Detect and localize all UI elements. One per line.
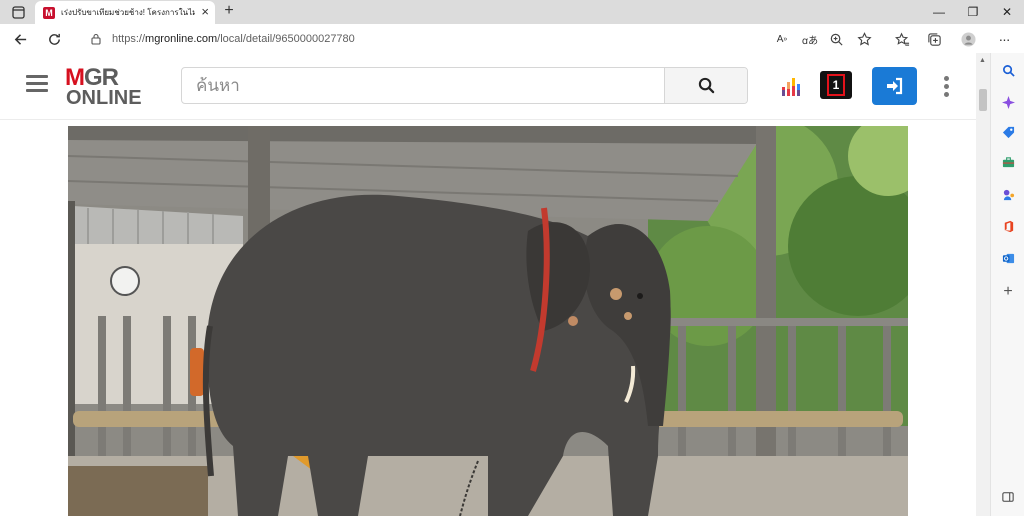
channel-1-icon[interactable]: 1	[820, 71, 852, 99]
edge-sidebar: +	[990, 53, 1024, 516]
refresh-icon[interactable]	[44, 29, 64, 49]
tab-actions-icon[interactable]	[8, 3, 28, 21]
url-text: https://mgronline.com/local/detail/96500…	[112, 32, 355, 45]
podcast-icon[interactable]	[781, 75, 803, 97]
search-input[interactable]	[182, 68, 666, 103]
site-header: MGR ONLINE 1	[0, 53, 976, 120]
search-button[interactable]	[664, 68, 747, 103]
scroll-up-icon[interactable]: ▲	[979, 57, 986, 64]
mgr-favicon-icon: M	[43, 6, 55, 19]
tab-title: เร่งปรับขาเทียมช่วยช้าง! โครงการในไม่...	[61, 8, 195, 17]
more-icon[interactable]: ···	[994, 29, 1014, 49]
restore-button[interactable]: ❐	[956, 0, 990, 24]
logo-online: ONLINE	[66, 87, 142, 109]
zoom-icon[interactable]	[826, 29, 846, 49]
lock-icon[interactable]	[90, 33, 102, 45]
copilot-icon[interactable]	[1001, 95, 1015, 109]
search-icon	[698, 77, 714, 94]
outlook-icon[interactable]	[1001, 251, 1015, 265]
shopping-icon[interactable]	[1001, 125, 1015, 139]
close-window-button[interactable]: ✕	[990, 0, 1024, 24]
add-icon[interactable]: +	[1001, 283, 1015, 300]
favorites-icon[interactable]	[892, 29, 912, 49]
profile-icon[interactable]	[958, 29, 978, 49]
tools-icon[interactable]	[1001, 155, 1015, 169]
login-icon	[886, 77, 902, 95]
address-bar[interactable]: https://mgronline.com/local/detail/96500…	[80, 27, 880, 50]
browser-tab[interactable]: M เร่งปรับขาเทียมช่วยช้าง! โครงการในไม่.…	[35, 1, 215, 24]
browser-toolbar: https://mgronline.com/local/detail/96500…	[0, 24, 1024, 54]
tab-strip: M เร่งปรับขาเทียมช่วยช้าง! โครงการในไม่.…	[0, 0, 1024, 24]
hamburger-icon[interactable]	[26, 75, 48, 93]
back-icon[interactable]	[10, 29, 30, 49]
new-tab-button[interactable]: +	[220, 2, 238, 20]
page-scrollbar[interactable]: ▲	[976, 53, 990, 516]
web-page: MGR ONLINE 1	[0, 53, 976, 516]
read-aloud-icon[interactable]: A»	[772, 29, 792, 49]
tab-close-icon[interactable]: ×	[201, 5, 209, 19]
games-icon[interactable]	[1001, 187, 1015, 201]
bing-search-icon[interactable]	[1001, 63, 1015, 77]
article-photo	[68, 126, 908, 516]
translate-icon[interactable]: ꭤあ	[800, 29, 820, 49]
scroll-thumb[interactable]	[979, 89, 987, 111]
collections-icon[interactable]	[924, 29, 944, 49]
favorite-add-icon[interactable]	[854, 29, 874, 49]
sidebar-toggle-icon[interactable]	[1001, 490, 1015, 504]
mgr-online-logo[interactable]: MGR ONLINE	[65, 66, 153, 110]
site-search-box	[181, 67, 748, 104]
login-button[interactable]	[872, 67, 917, 105]
kebab-icon[interactable]	[944, 76, 950, 98]
office-icon[interactable]	[1001, 219, 1015, 233]
minimize-button[interactable]: —	[922, 0, 956, 24]
